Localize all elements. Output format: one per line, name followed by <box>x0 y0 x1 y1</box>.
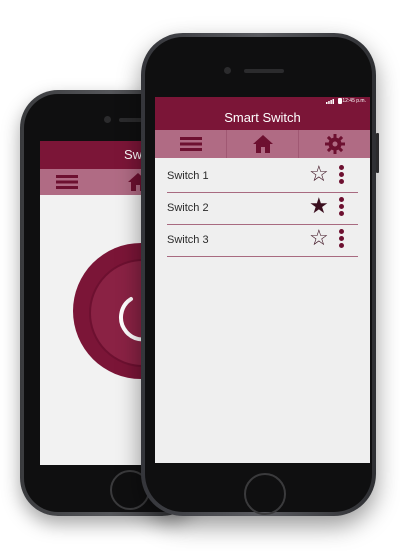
camera-icon <box>104 116 111 123</box>
phone-front: 12:45 p.m. Smart Switch Switch 1 ☆ Switc… <box>141 33 379 516</box>
toolbar <box>155 130 370 158</box>
status-time: 12:45 p.m. <box>342 98 366 104</box>
list-item[interactable]: Switch 1 ☆ <box>167 161 358 193</box>
camera-icon <box>224 67 231 74</box>
star-filled-icon[interactable]: ★ <box>309 195 329 217</box>
app-title: Smart Switch <box>155 106 370 130</box>
gear-icon <box>324 134 345 154</box>
more-options-icon[interactable] <box>337 197 345 219</box>
tab-home[interactable] <box>227 130 299 158</box>
speaker-icon <box>244 69 284 73</box>
more-options-icon[interactable] <box>337 165 345 187</box>
list-item[interactable]: Switch 3 ☆ <box>167 225 358 257</box>
home-icon <box>252 135 273 153</box>
switch-list: Switch 1 ☆ Switch 2 ★ Switch 3 ☆ <box>167 161 358 257</box>
app-screen: 12:45 p.m. Smart Switch Switch 1 ☆ Switc… <box>155 97 370 463</box>
star-outline-icon[interactable]: ☆ <box>309 163 329 185</box>
switch-label: Switch 3 <box>167 234 209 246</box>
menu-icon <box>179 137 202 151</box>
status-bar: 12:45 p.m. <box>155 97 370 106</box>
tab-menu[interactable] <box>155 130 227 158</box>
tab-settings[interactable] <box>299 130 370 158</box>
switch-label: Switch 1 <box>167 170 209 182</box>
switch-label: Switch 2 <box>167 202 209 214</box>
list-item[interactable]: Switch 2 ★ <box>167 193 358 225</box>
star-outline-icon[interactable]: ☆ <box>309 227 329 249</box>
menu-icon[interactable] <box>56 175 78 189</box>
side-button <box>376 133 379 173</box>
phone-front-bezel: 12:45 p.m. Smart Switch Switch 1 ☆ Switc… <box>145 37 372 515</box>
home-key[interactable] <box>244 473 286 515</box>
more-options-icon[interactable] <box>337 229 345 251</box>
signal-icon <box>326 99 334 104</box>
